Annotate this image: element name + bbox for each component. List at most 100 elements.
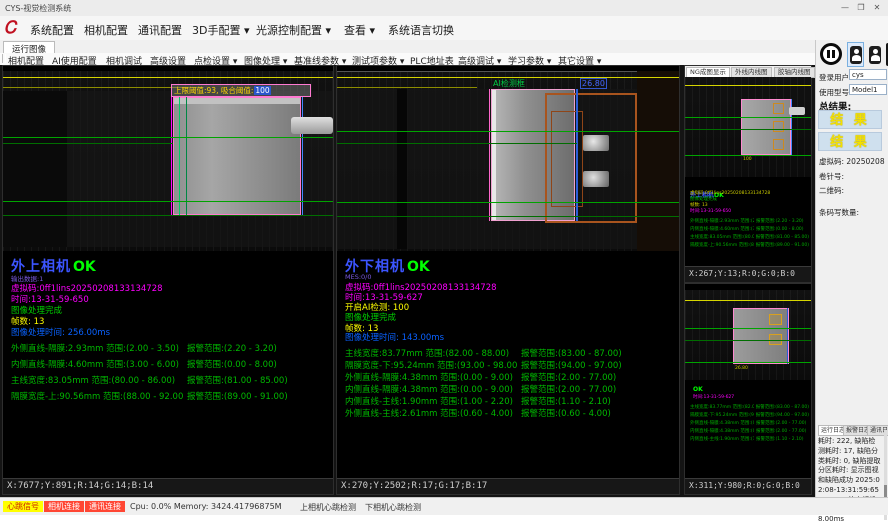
- ai-mini-box: [769, 314, 782, 325]
- result-block-upper: 结 果: [818, 110, 882, 129]
- menubar: Ꮯ 系统配置 相机配置 通讯配置 3D手配置 ▾ 光源控制配置 ▾ 查看 ▾ 系…: [0, 16, 888, 41]
- alarm-range: 报警范围:(81.00 - 85.00): [187, 374, 288, 386]
- minimize-icon[interactable]: —: [838, 2, 852, 13]
- gripper-pin: [291, 117, 333, 134]
- measurement-row: 外侧直线-隔膜:4.38mm 范围:(0.00 - 9.00) 报警范围:(2.…: [345, 371, 675, 383]
- alarm-range: 报警范围:(2.00 - 77.00): [521, 371, 616, 383]
- measurement-row: 主线宽度:83.77mm 范围:(82.00 - 88.00) 报警范围:(83…: [345, 347, 675, 359]
- measurement-text: 内侧直线-隔膜:4.60mm 范围:(3.00 - 6.00): [11, 358, 183, 370]
- mes-sub-label: MES:0/0: [345, 273, 372, 281]
- ai-mini-box: [773, 103, 784, 114]
- alarm-range: 报警范围:(0.60 - 4.00): [521, 407, 611, 419]
- mini-measurement-row: 内侧直线-主线:1.90mm 范围:(1.00 - 2.20) 报警范围:(1.…: [690, 436, 809, 442]
- ai-box-label: AI检测框: [493, 78, 525, 89]
- process-time-label: 图像处理时间: 256.00ms: [11, 326, 110, 338]
- alarm-range: 报警范围:(1.10 - 2.10): [521, 395, 611, 407]
- alarm-range: 报警范围:(0.00 - 8.00): [187, 358, 277, 370]
- main-content: 上限阈值:93, 吸合阈值:100 外上相机OK 输出数据:1 虚拟码:0ff1…: [0, 65, 888, 497]
- qr-code-label: 二维码:: [819, 185, 844, 196]
- cell-region: [173, 97, 301, 215]
- measurement-text: 内侧直线-主线:1.90mm 范围:(1.00 - 2.20): [345, 395, 517, 407]
- camera-image-lower[interactable]: AI检测框 26.80: [337, 71, 679, 251]
- measurement-row: 主线宽度:83.05mm 范围:(80.00 - 86.00) 报警范围:(81…: [11, 374, 329, 386]
- measurement-row: 外侧直线-主线:2.61mm 范围:(0.60 - 4.00) 报警范围:(0.…: [345, 407, 675, 419]
- measurement-row: 隔膜宽度-下:95.24mm 范围:(93.00 - 98.00) 报警范围:(…: [345, 359, 675, 371]
- user-icon: [869, 46, 881, 64]
- process-time-label: 图像处理时间: 143.00ms: [345, 331, 444, 343]
- camera-connect-badge: 相机连接: [44, 501, 84, 512]
- measurement-text: 隔膜宽度-下:95.24mm 范围:(93.00 - 98.00): [345, 359, 517, 371]
- mini-measurement-row: 内侧直线-隔膜:4.60mm 范围:(3.00 - 6.00) 报警范围:(0.…: [690, 226, 809, 232]
- user-icon: [850, 46, 862, 64]
- sidebar: ➜ 登录用户: 使用型号: 总结果: 结 果 结 果 虚拟码: 20250208…: [815, 40, 888, 514]
- pixel-coords: X:270;Y:2502;R:17;G:17;B:17: [341, 481, 487, 491]
- virtual-code-label: 虚拟码: 20250208: [819, 156, 885, 167]
- menu-comm-config[interactable]: 通讯配置: [138, 22, 182, 38]
- upper-camera-heartbeat: 上相机心跳检测: [300, 502, 356, 513]
- menu-system-config[interactable]: 系统配置: [30, 22, 74, 38]
- thumb-image-lower[interactable]: 26.80: [685, 290, 811, 380]
- alarm-range: 报警范围:(2.00 - 77.00): [521, 383, 616, 395]
- measurement-row: 内侧直线-隔膜:4.38mm 范围:(0.00 - 9.00) 报警范围:(2.…: [345, 383, 675, 395]
- thumb-panel-lower: 26.80 OK 时间:13-31-59-627 主线宽度:83.77mm 范围…: [684, 283, 812, 495]
- pause-button[interactable]: [820, 43, 842, 65]
- menu-language-switch[interactable]: 系统语言切换: [388, 22, 454, 38]
- login-user-button[interactable]: [847, 42, 864, 67]
- coordinate-bar-thumb-lower: X:311;Y:980;R:0;G:0;B:0: [685, 478, 811, 494]
- barcode-count-label: 条码写数量:: [819, 207, 859, 218]
- threshold-value: 100: [254, 86, 270, 95]
- model-input[interactable]: [849, 84, 887, 95]
- menu-camera-config[interactable]: 相机配置: [84, 22, 128, 38]
- measurement-text: 内侧直线-隔膜:4.38mm 范围:(0.00 - 9.00): [345, 383, 517, 395]
- menu-3d-config[interactable]: 3D手配置 ▾: [192, 22, 250, 38]
- threshold-text: 上限阈值:93, 吸合阈值:: [174, 86, 253, 95]
- coordinate-bar-upper: X:7677;Y:891;R:14;G:14;B:14: [3, 478, 333, 494]
- measurement-text: 外侧直线-隔膜:2.93mm 范围:(2.00 - 3.50): [11, 342, 183, 354]
- pixel-coords: X:267;Y:13;R:0;G:0;B:0: [689, 269, 795, 278]
- mini-measurement-row: 主线宽度:83.77mm 范围:(82.00 - 88.00) 报警范围:(83…: [690, 404, 809, 410]
- pause-icon: [827, 50, 830, 58]
- pause-icon: [832, 50, 835, 58]
- mini-time: 时间:13-31-59-650: [690, 208, 808, 214]
- coordinate-bar-lower: X:270;Y:2502;R:17;G:17;B:17: [337, 478, 679, 494]
- login-user-input[interactable]: [849, 69, 887, 80]
- measurement-text: 主线宽度:83.77mm 范围:(82.00 - 88.00): [345, 347, 517, 359]
- result-block-lower: 结 果: [818, 132, 882, 151]
- alarm-range: 报警范围:(2.20 - 3.20): [187, 342, 277, 354]
- mini-measurement-row: 主线宽度:83.05mm 范围:(80.00 - 86.00) 报警范围:(81…: [690, 234, 809, 240]
- menu-view[interactable]: 查看 ▾: [344, 22, 375, 38]
- status-ok-label: OK: [73, 259, 96, 275]
- menu-light-config[interactable]: 光源控制配置 ▾: [256, 22, 331, 38]
- reflective-part: [583, 171, 609, 187]
- thumb-image-upper[interactable]: 100: [685, 77, 811, 177]
- maximize-icon[interactable]: ❐: [854, 2, 868, 13]
- reflective-part: [583, 135, 609, 151]
- camera-panel-lower: AI检测框 26.80 外下相机OK MES:0/0 虚拟码:0ff1lins2…: [336, 65, 680, 495]
- camera-panel-upper: 上限阈值:93, 吸合阈值:100 外上相机OK 输出数据:1 虚拟码:0ff1…: [2, 65, 334, 495]
- alarm-range: 报警范围:(89.00 - 91.00): [187, 390, 288, 402]
- log-tab-strip: 运行日志 报警日志 通讯日志: [818, 425, 888, 435]
- measurement-row: 内侧直线-主线:1.90mm 范围:(1.00 - 2.20) 报警范围:(1.…: [345, 395, 675, 407]
- mini-time: 时间:13-31-59-627: [693, 394, 807, 400]
- measurement-text: 主线宽度:83.05mm 范围:(80.00 - 86.00): [11, 374, 183, 386]
- ai-mini-box: [773, 139, 784, 150]
- measurement-row: 外侧直线-隔膜:2.93mm 范围:(2.00 - 3.50) 报警范围:(2.…: [11, 342, 329, 354]
- mini-measurement-row: 隔膜宽度-下:95.24mm 范围:(93.00 - 98.00) 报警范围:(…: [690, 412, 809, 418]
- mini-status-ok: OK: [693, 386, 703, 393]
- alarm-range: 报警范围:(83.00 - 87.00): [521, 347, 622, 359]
- tab-strip: 运行图像: [0, 40, 888, 54]
- measurement-row: 隔膜宽度-上:90.56mm 范围:(88.00 - 92.00) 报警范围:(…: [11, 390, 329, 402]
- camera-image-upper[interactable]: 上限阈值:93, 吸合阈值:100: [3, 71, 333, 251]
- user-switch-button[interactable]: [868, 45, 882, 65]
- cpu-memory-status: Cpu: 0.0% Memory: 3424.41796875M: [130, 502, 282, 511]
- ai-mini-box: [773, 121, 784, 132]
- mini-measurement-row: 内侧直线-隔膜:4.38mm 范围:(0.00 - 9.00) 报警范围:(2.…: [690, 428, 809, 434]
- mini-measurement-row: 隔膜宽度-上:90.56mm 范围:(88.00 - 92.00) 报警范围:(…: [690, 242, 809, 248]
- measurement-text: 外侧直线-隔膜:4.38mm 范围:(0.00 - 9.00): [345, 371, 517, 383]
- status-ok-label: OK: [407, 259, 430, 275]
- model-label: 使用型号:: [819, 87, 852, 98]
- heartbeat-badge: 心跳信号: [3, 501, 43, 512]
- coordinate-bar-thumb-upper: X:267;Y:13;R:0;G:0;B:0: [685, 266, 811, 282]
- pin-number-label: 卷针号:: [819, 171, 844, 182]
- close-icon[interactable]: ✕: [870, 2, 884, 13]
